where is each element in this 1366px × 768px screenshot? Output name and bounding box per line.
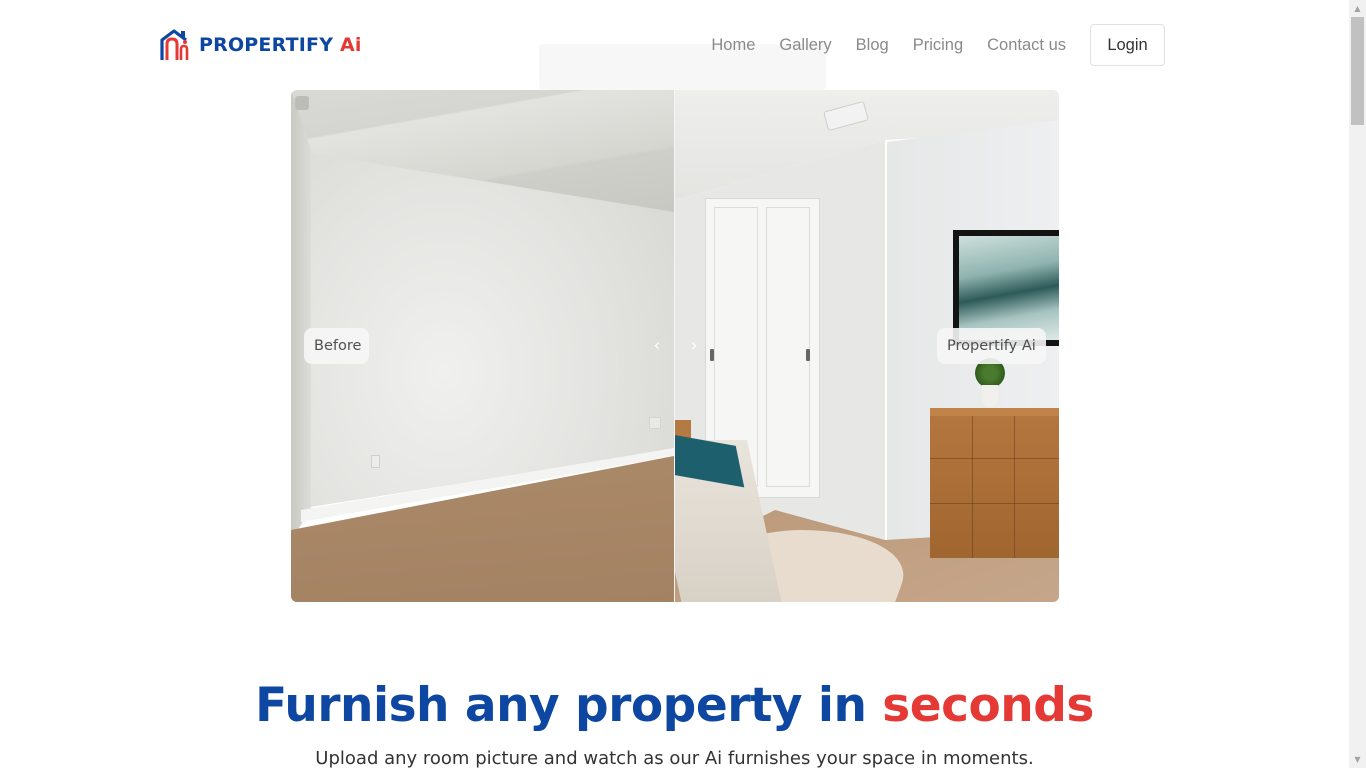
chevron-left-icon[interactable]: ‹ [650, 336, 664, 356]
page-scrollbar[interactable]: ▲ ▼ [1349, 0, 1366, 768]
nav-gallery[interactable]: Gallery [779, 24, 831, 66]
brand-name: PROPERTIFY Ai [199, 34, 362, 56]
main-nav: Home Gallery Blog Pricing Contact us Log… [711, 24, 1165, 66]
slider-divider-handle[interactable] [674, 90, 675, 602]
hero-title-accent: seconds [882, 678, 1094, 733]
hero-subtitle: Upload any room picture and watch as our… [315, 748, 1034, 768]
scroll-down-icon[interactable]: ▼ [1349, 751, 1366, 768]
hero-title: Furnish any property in seconds [255, 678, 1094, 733]
nav-home[interactable]: Home [711, 24, 755, 66]
nav-blog[interactable]: Blog [856, 24, 889, 66]
chevron-right-icon[interactable]: › [687, 336, 701, 356]
light-switch [649, 417, 661, 429]
site-header: PROPERTIFY Ai Home Gallery Blog Pricing … [0, 0, 1349, 90]
nav-contact-us[interactable]: Contact us [987, 24, 1066, 66]
scrollbar-thumb[interactable] [1351, 17, 1364, 125]
wooden-dresser [930, 408, 1059, 558]
wall-outlet [371, 455, 380, 468]
house-logo-icon [160, 29, 189, 60]
login-button[interactable]: Login [1090, 24, 1165, 66]
before-label: Before [304, 328, 369, 364]
ceiling-fixture [295, 96, 309, 110]
brand-logo[interactable]: PROPERTIFY Ai [159, 28, 362, 62]
after-label: Propertify Ai [937, 328, 1046, 364]
scroll-up-icon[interactable]: ▲ [1349, 0, 1366, 17]
nav-pricing[interactable]: Pricing [913, 24, 963, 66]
